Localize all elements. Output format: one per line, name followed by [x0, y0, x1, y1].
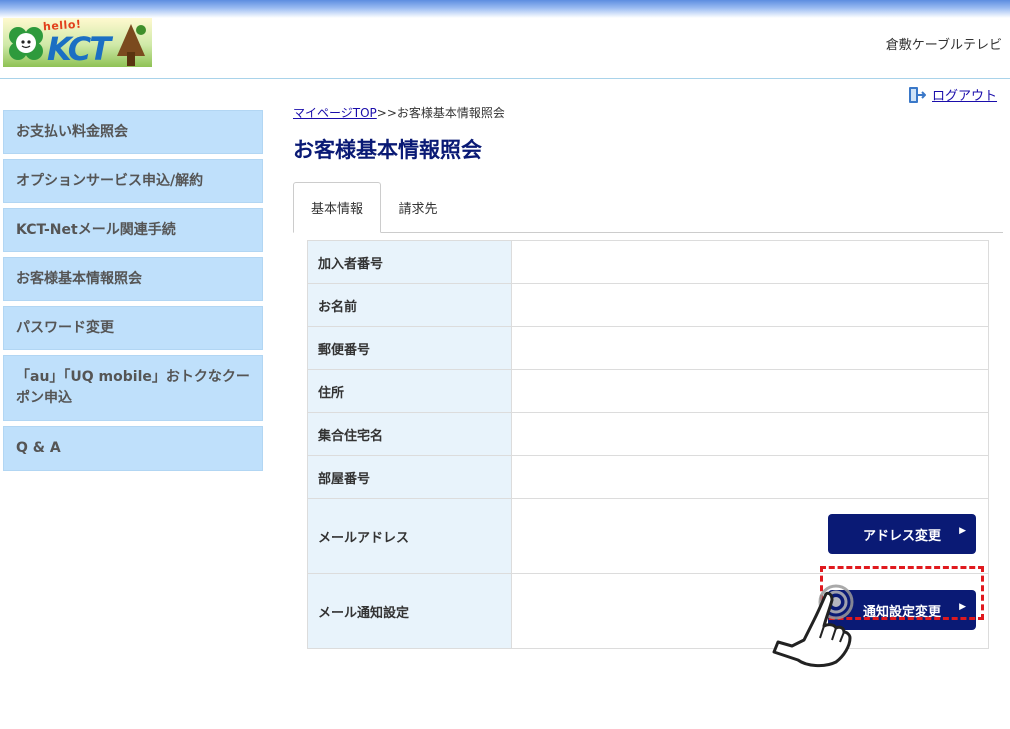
row-label: 集合住宅名: [307, 412, 512, 456]
row-value: [511, 326, 989, 370]
table-row: メールアドレス アドレス変更 ▶: [307, 498, 989, 574]
row-label: お名前: [307, 283, 512, 327]
tab-basic-info[interactable]: 基本情報: [293, 182, 381, 233]
site-header: hello! KCT 倉敷ケーブルテレビ: [0, 18, 1010, 79]
main-content: マイページTOP>>お客様基本情報照会 お客様基本情報照会 基本情報 請求先 加…: [293, 104, 1003, 649]
sidebar-item-customer-info[interactable]: お客様基本情報照会: [3, 257, 263, 301]
breadcrumb-separator: >>: [376, 106, 397, 120]
logo-text: KCT: [47, 30, 111, 67]
table-row: 集合住宅名: [307, 412, 989, 456]
row-value: アドレス変更 ▶: [511, 498, 989, 574]
row-label: 郵便番号: [307, 326, 512, 370]
sidebar-item-payment[interactable]: お支払い料金照会: [3, 110, 263, 154]
table-row: 加入者番号: [307, 240, 989, 284]
sidebar-item-option-service[interactable]: オプションサービス申込/解約: [3, 159, 263, 203]
table-row: お名前: [307, 283, 989, 327]
logout-link[interactable]: ログアウト: [908, 85, 997, 104]
row-label: メール通知設定: [307, 573, 512, 649]
table-row: 部屋番号: [307, 455, 989, 499]
breadcrumb-current: お客様基本情報照会: [396, 106, 505, 120]
logout-icon: [909, 86, 926, 103]
tree-icon: [117, 24, 146, 66]
row-label: メールアドレス: [307, 498, 512, 574]
sidebar-item-qa[interactable]: Q & A: [3, 426, 263, 471]
row-value: [511, 283, 989, 327]
chevron-right-icon: ▶: [959, 526, 966, 536]
row-value: [511, 455, 989, 499]
logout-label[interactable]: ログアウト: [932, 85, 997, 104]
row-label: 部屋番号: [307, 455, 512, 499]
row-value: [511, 369, 989, 413]
tab-billing[interactable]: 請求先: [383, 182, 453, 232]
top-gradient-bar: [0, 0, 1010, 18]
table-row: 郵便番号: [307, 326, 989, 370]
row-value: [511, 412, 989, 456]
sidebar-item-mail-procedures[interactable]: KCT-Netメール関連手続: [3, 208, 263, 252]
change-address-button[interactable]: アドレス変更 ▶: [828, 514, 976, 554]
change-address-label: アドレス変更: [862, 528, 941, 544]
company-name: 倉敷ケーブルテレビ: [885, 38, 1002, 53]
breadcrumb: マイページTOP>>お客様基本情報照会: [293, 104, 1003, 121]
table-row: 住所: [307, 369, 989, 413]
tab-bar: 基本情報 請求先: [293, 182, 1003, 233]
breadcrumb-top-link[interactable]: マイページTOP: [293, 106, 377, 120]
kct-logo[interactable]: hello! KCT: [3, 18, 152, 67]
pointing-hand-icon: [772, 584, 854, 668]
sidebar-item-password[interactable]: パスワード変更: [3, 306, 263, 350]
row-label: 住所: [307, 369, 512, 413]
sidebar-item-coupon[interactable]: 「au」「UQ mobile」おトクなクーポン申込: [3, 355, 263, 421]
sidebar-nav: お支払い料金照会 オプションサービス申込/解約 KCT-Netメール関連手続 お…: [3, 110, 263, 476]
row-value: [511, 240, 989, 284]
row-label: 加入者番号: [307, 240, 512, 284]
page-title: お客様基本情報照会: [293, 138, 482, 162]
clover-mascot-icon: [9, 27, 43, 60]
